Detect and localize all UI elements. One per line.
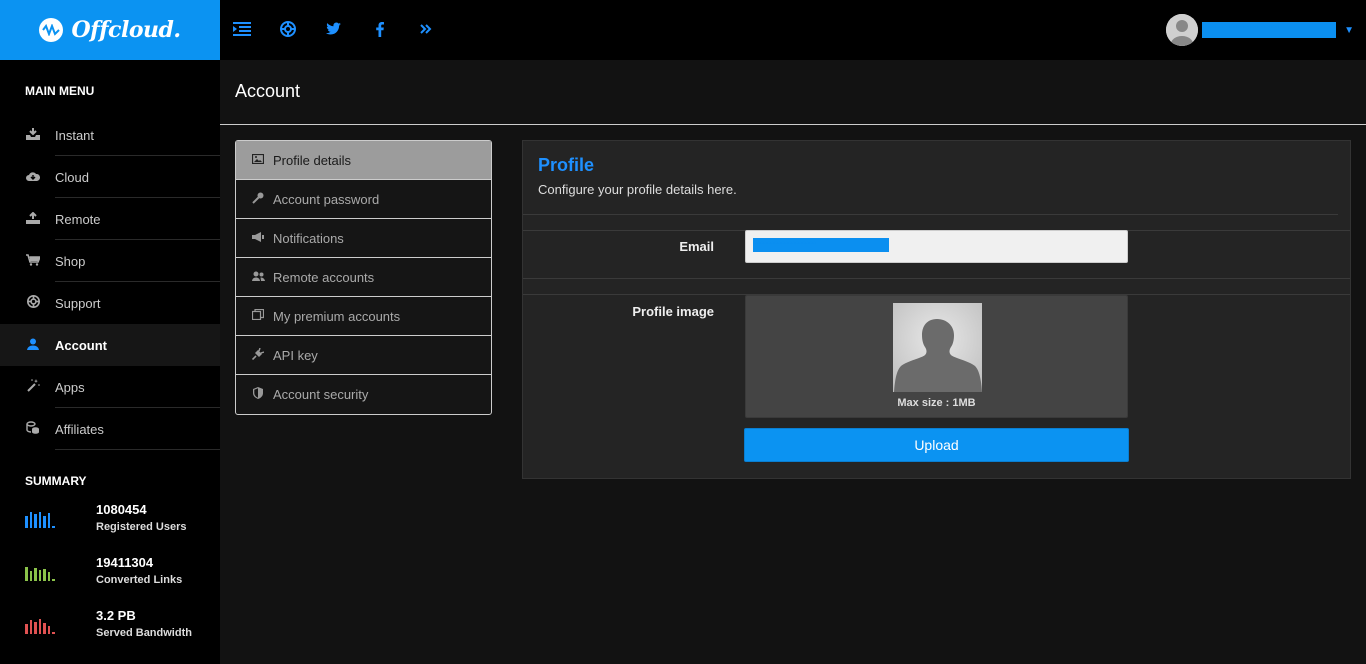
tab-label: Account security <box>273 387 369 402</box>
key-icon <box>251 192 265 207</box>
lifebuoy-icon[interactable] <box>278 18 298 40</box>
sidebar-item-label: Affiliates <box>55 421 104 437</box>
chevron-double-right-icon[interactable] <box>416 18 436 40</box>
tab-account-password[interactable]: Account password <box>236 180 491 219</box>
upload-button[interactable]: Upload <box>744 428 1129 462</box>
stat-converted-links: 19411304 Converted Links <box>0 555 220 595</box>
stat-label: Registered Users <box>96 521 187 533</box>
account-subnav: Profile details Account password Notific… <box>235 140 492 415</box>
main-menu: Instant Cloud Remote Shop Support Accoun… <box>0 114 220 450</box>
offcloud-logo-icon <box>39 18 64 42</box>
email-field[interactable]: •••••••••••••••••• <box>745 230 1128 263</box>
users-icon <box>251 271 265 284</box>
sidebar-item-label: Account <box>55 337 107 353</box>
profile-image-label: Profile image <box>632 304 714 319</box>
tab-label: API key <box>273 347 318 363</box>
tab-profile-details[interactable]: Profile details <box>236 141 491 180</box>
header-divider <box>220 124 1366 125</box>
sidebar-item-label: Instant <box>55 127 95 143</box>
sidebar-item-remote[interactable]: Remote <box>0 198 220 240</box>
sidebar-item-affiliates[interactable]: Affiliates <box>0 408 220 450</box>
tab-label: My premium accounts <box>273 308 401 324</box>
plug-icon <box>251 347 265 363</box>
email-value: •••••••••••••••••• <box>753 238 889 252</box>
top-nav-icons <box>232 18 436 40</box>
sidebar-item-account[interactable]: Account <box>0 324 220 366</box>
sidebar-item-instant[interactable]: Instant <box>0 114 220 156</box>
menu-toggle-icon[interactable] <box>232 18 252 40</box>
download-tray-icon <box>25 127 41 143</box>
facebook-icon[interactable] <box>370 18 390 40</box>
sidebar-item-label: Support <box>55 295 101 311</box>
tab-my-premium-accounts[interactable]: My premium accounts <box>236 297 491 336</box>
panel-title: Profile <box>538 155 595 175</box>
tab-label: Remote accounts <box>273 269 375 285</box>
panel-subtitle: Configure your profile details here. <box>538 182 737 197</box>
divider <box>523 214 1338 215</box>
upload-icon <box>25 211 41 227</box>
bar-chart-icon <box>25 618 56 634</box>
stat-registered-users: 1080454 Registered Users <box>0 502 220 542</box>
sidebar-item-label: Apps <box>55 379 85 395</box>
cart-icon <box>25 253 42 269</box>
sidebar-item-apps[interactable]: Apps <box>0 366 220 408</box>
brand-name: Offcloud. <box>71 17 181 43</box>
max-size-note: Max size : 1MB <box>897 397 976 409</box>
coins-icon <box>25 421 41 437</box>
tab-account-security[interactable]: Account security <box>236 375 491 414</box>
username[interactable]: •••••••••••••••••••••• <box>1202 22 1337 38</box>
summary-heading: SUMMARY <box>25 474 87 488</box>
user-menu[interactable]: •••••••••••••••••••••• ▼ <box>1166 14 1354 46</box>
avatar-placeholder-icon <box>893 303 982 392</box>
tab-label: Account password <box>273 191 380 207</box>
divider <box>523 278 1350 279</box>
bar-chart-icon <box>25 512 56 528</box>
shield-icon <box>251 387 265 402</box>
tab-label: Profile details <box>273 152 352 168</box>
lifebuoy-icon <box>25 295 41 311</box>
cloud-download-icon <box>25 170 41 185</box>
tab-remote-accounts[interactable]: Remote accounts <box>236 258 491 297</box>
tab-label: Notifications <box>273 230 344 246</box>
bar-chart-icon <box>25 565 56 581</box>
tab-api-key[interactable]: API key <box>236 336 491 375</box>
avatar[interactable] <box>1166 14 1199 46</box>
sidebar-item-shop[interactable]: Shop <box>0 240 220 282</box>
sidebar-item-label: Shop <box>55 253 86 269</box>
stat-label: Served Bandwidth <box>96 627 192 639</box>
stat-value: 1080454 <box>96 502 147 517</box>
sidebar-item-support[interactable]: Support <box>0 282 220 324</box>
twitter-icon[interactable] <box>324 18 344 40</box>
brand-logo[interactable]: Offcloud. <box>0 0 220 60</box>
sidebar-item-label: Remote <box>55 211 101 227</box>
page-title: Account <box>235 81 301 101</box>
profile-image-box[interactable]: Max size : 1MB <box>745 295 1128 418</box>
magic-wand-icon <box>25 379 41 395</box>
profile-panel: Profile Configure your profile details h… <box>522 140 1351 479</box>
megaphone-icon <box>251 231 265 245</box>
cards-icon <box>251 308 265 323</box>
stat-value: 19411304 <box>96 555 154 570</box>
chevron-down-icon[interactable]: ▼ <box>1344 25 1354 36</box>
sidebar: MAIN MENU Instant Cloud Remote Shop Supp… <box>0 60 220 664</box>
stat-served-bandwidth: 3.2 PB Served Bandwidth <box>0 608 220 648</box>
image-icon <box>251 153 265 167</box>
tab-notifications[interactable]: Notifications <box>236 219 491 258</box>
sidebar-item-label: Cloud <box>55 169 89 185</box>
sidebar-item-cloud[interactable]: Cloud <box>0 156 220 198</box>
top-bar: Offcloud. •••••••••••••••••••••• ▼ <box>0 0 1366 60</box>
email-label: Email <box>679 239 714 254</box>
main-menu-heading: MAIN MENU <box>25 84 95 98</box>
stat-value: 3.2 PB <box>96 608 136 623</box>
user-icon <box>25 338 41 353</box>
stat-label: Converted Links <box>96 574 183 586</box>
divider <box>55 449 220 450</box>
